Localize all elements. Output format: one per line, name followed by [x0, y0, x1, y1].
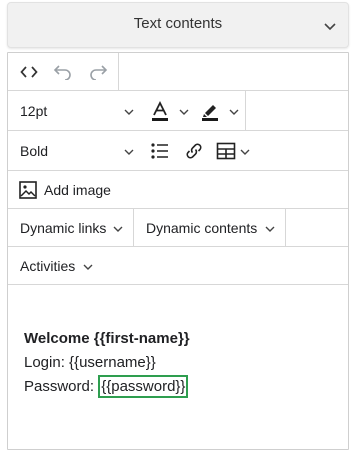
first-name-variable: {{first-name}}: [93, 330, 190, 347]
chevron-down-icon: [178, 105, 190, 117]
dynamic-links-dropdown[interactable]: Dynamic links: [8, 209, 134, 246]
chevron-down-icon: [112, 222, 124, 234]
text-color-icon: [149, 100, 171, 122]
password-line: Password: {{password}}: [24, 375, 334, 399]
editor-content[interactable]: Welcome {{first-name}} Login: {{username…: [24, 327, 334, 399]
add-image-label: Add image: [44, 182, 111, 198]
welcome-prefix: Welcome: [24, 330, 94, 347]
table-icon: [216, 141, 236, 161]
username-variable: {{username}}: [69, 354, 156, 371]
chevron-down-icon: [123, 145, 135, 157]
chevron-down-icon[interactable]: [322, 18, 338, 34]
image-icon: [19, 181, 37, 199]
toolbar-group-history: [8, 53, 119, 90]
dynamic-contents-label: Dynamic contents: [146, 220, 258, 236]
chevron-down-icon: [123, 105, 135, 117]
welcome-line: Welcome {{first-name}}: [24, 327, 334, 351]
password-prefix: Password:: [24, 378, 99, 395]
font-weight-dropdown[interactable]: Bold: [8, 131, 140, 171]
font-size-dropdown[interactable]: 12pt: [8, 91, 140, 131]
toolbar-row-activities: Activities: [8, 247, 348, 285]
highlight-color-button[interactable]: [198, 91, 246, 131]
font-size-value: 12pt: [20, 103, 48, 119]
login-prefix: Login:: [24, 354, 70, 371]
activities-dropdown[interactable]: Activities: [8, 247, 108, 285]
undo-icon[interactable]: [53, 62, 73, 80]
toolbar-row-dynamic: Dynamic links Dynamic contents: [8, 209, 348, 247]
add-image-button[interactable]: Add image: [8, 171, 128, 209]
chevron-down-icon: [264, 222, 276, 234]
link-icon[interactable]: [184, 141, 204, 161]
dynamic-links-label: Dynamic links: [20, 220, 107, 236]
toolbar-row-font: 12pt: [8, 91, 348, 131]
code-icon[interactable]: [20, 64, 38, 80]
toolbar-row-format: Bold: [8, 131, 348, 171]
toolbar-row-history: [8, 53, 348, 91]
rich-text-editor: 12pt Bold Add image Dynamic links Dynami…: [7, 52, 349, 450]
chevron-down-icon: [228, 105, 240, 117]
toolbar-row-media: Add image: [8, 171, 348, 209]
toolbar-group-format: Bold: [8, 131, 270, 170]
redo-icon[interactable]: [88, 62, 108, 80]
highlighter-icon: [199, 100, 221, 122]
text-color-button[interactable]: [148, 91, 196, 131]
toolbar-group-font: 12pt: [8, 91, 246, 130]
chevron-down-icon: [239, 145, 251, 157]
chevron-down-icon: [82, 260, 94, 272]
password-variable[interactable]: {{password}}: [98, 375, 189, 398]
login-line: Login: {{username}}: [24, 351, 334, 375]
accordion-title: Text contents: [133, 15, 223, 32]
bullet-list-icon[interactable]: [150, 141, 170, 161]
font-weight-value: Bold: [20, 143, 49, 159]
dynamic-contents-dropdown[interactable]: Dynamic contents: [134, 209, 286, 246]
table-dropdown[interactable]: [216, 131, 260, 171]
activities-label: Activities: [20, 258, 76, 274]
accordion-header[interactable]: Text contents: [7, 2, 349, 48]
